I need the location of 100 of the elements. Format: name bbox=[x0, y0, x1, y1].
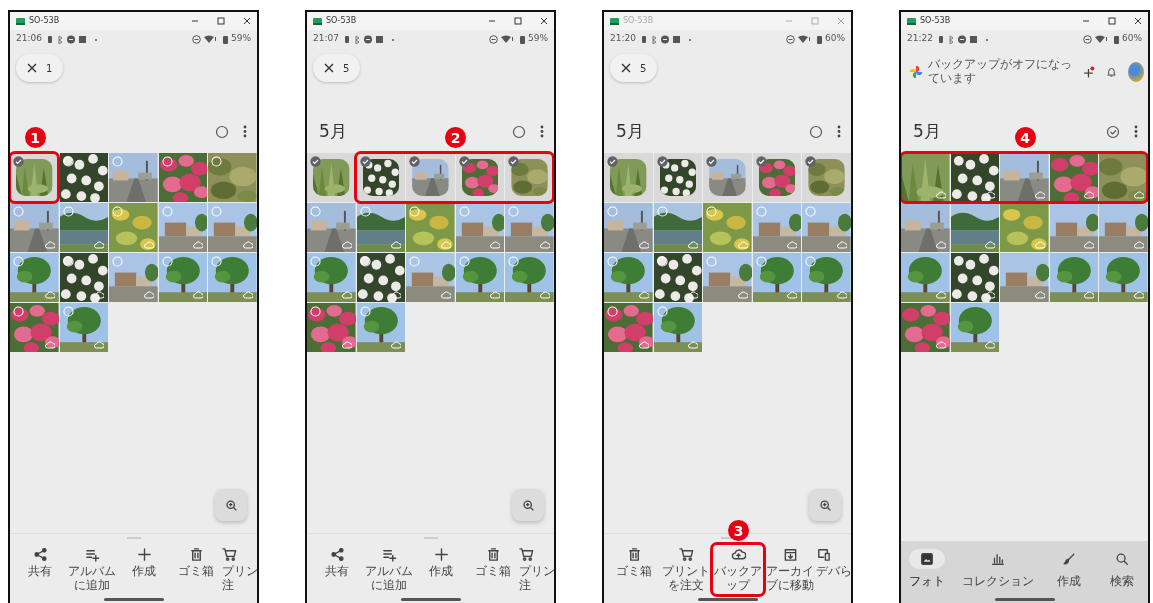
photo-tile[interactable] bbox=[307, 303, 356, 352]
photo-tile[interactable] bbox=[604, 253, 653, 302]
check-circle-icon[interactable] bbox=[706, 156, 718, 167]
photo-tile[interactable] bbox=[356, 303, 406, 352]
check-circle-icon[interactable] bbox=[508, 156, 520, 167]
photo-tile[interactable] bbox=[653, 203, 703, 252]
select-circle-icon[interactable] bbox=[161, 256, 173, 267]
check-circle-icon[interactable] bbox=[607, 156, 618, 167]
photo-tile[interactable] bbox=[653, 253, 703, 302]
select-all-icon[interactable] bbox=[512, 124, 526, 139]
action-button[interactable]: プリントを注文 bbox=[660, 547, 712, 593]
photo-tile[interactable] bbox=[950, 203, 1000, 252]
select-circle-icon[interactable] bbox=[13, 306, 24, 317]
select-circle-icon[interactable] bbox=[62, 206, 74, 217]
photo-tile[interactable] bbox=[802, 153, 851, 202]
photo-tile[interactable] bbox=[703, 253, 752, 302]
photo-tile[interactable] bbox=[10, 253, 59, 302]
photo-tile[interactable] bbox=[455, 203, 505, 252]
nav-tab[interactable]: 検索 bbox=[1103, 549, 1140, 590]
photo-tile[interactable] bbox=[109, 153, 158, 202]
minimize-icon[interactable] bbox=[191, 17, 199, 25]
action-button[interactable]: アルバムに追加 bbox=[66, 547, 118, 593]
photo-tile[interactable] bbox=[59, 203, 109, 252]
select-circle-icon[interactable] bbox=[359, 256, 371, 267]
action-button[interactable]: プリン注 bbox=[519, 547, 554, 593]
select-circle-icon[interactable] bbox=[211, 256, 223, 267]
photo-tile[interactable] bbox=[802, 253, 851, 302]
more-icon[interactable] bbox=[243, 125, 247, 138]
select-circle-icon[interactable] bbox=[607, 306, 618, 317]
photo-tile[interactable] bbox=[1049, 253, 1099, 302]
action-button[interactable]: 共有 bbox=[311, 547, 363, 593]
photo-tile[interactable] bbox=[901, 303, 950, 352]
photo-tile[interactable] bbox=[455, 253, 505, 302]
photo-tile[interactable] bbox=[505, 203, 554, 252]
photo-tile[interactable] bbox=[109, 203, 158, 252]
photo-tile[interactable] bbox=[158, 253, 208, 302]
photo-tile[interactable] bbox=[1000, 253, 1049, 302]
photo-tile[interactable] bbox=[406, 253, 455, 302]
photo-tile[interactable] bbox=[10, 303, 59, 352]
close-icon[interactable] bbox=[243, 17, 251, 25]
photo-tile[interactable] bbox=[59, 253, 109, 302]
photo-tile[interactable] bbox=[604, 153, 653, 202]
photo-tile[interactable] bbox=[1099, 253, 1148, 302]
photo-tile[interactable] bbox=[950, 303, 1000, 352]
photo-tile[interactable] bbox=[307, 253, 356, 302]
select-circle-icon[interactable] bbox=[656, 306, 668, 317]
photo-tile[interactable] bbox=[59, 153, 109, 202]
check-circle-icon[interactable] bbox=[755, 156, 767, 167]
nav-tab[interactable]: コレクション bbox=[962, 549, 1035, 590]
more-icon[interactable] bbox=[837, 125, 841, 138]
select-circle-icon[interactable] bbox=[359, 306, 371, 317]
select-circle-icon[interactable] bbox=[359, 206, 371, 217]
maximize-icon[interactable] bbox=[514, 17, 522, 25]
action-button[interactable]: 作成 bbox=[415, 547, 467, 593]
photo-tile[interactable] bbox=[1000, 203, 1049, 252]
more-icon[interactable] bbox=[540, 125, 544, 138]
photo-tile[interactable] bbox=[752, 153, 802, 202]
photo-tile[interactable] bbox=[1049, 203, 1099, 252]
nav-tab[interactable]: 作成 bbox=[1050, 549, 1087, 590]
photo-tile[interactable] bbox=[802, 203, 851, 252]
select-circle-icon[interactable] bbox=[62, 156, 74, 167]
select-circle-icon[interactable] bbox=[656, 256, 668, 267]
check-circle-icon[interactable] bbox=[458, 156, 470, 167]
action-button[interactable]: ゴミ箱 bbox=[170, 547, 222, 593]
photo-tile[interactable] bbox=[158, 203, 208, 252]
select-circle-icon[interactable] bbox=[310, 256, 321, 267]
photo-tile[interactable] bbox=[950, 253, 1000, 302]
photo-tile[interactable] bbox=[59, 303, 109, 352]
photo-tile[interactable] bbox=[406, 203, 455, 252]
photo-tile[interactable] bbox=[109, 253, 158, 302]
select-circle-icon[interactable] bbox=[755, 256, 767, 267]
action-button[interactable]: アーカイブに移動 bbox=[764, 547, 816, 593]
photo-tile[interactable] bbox=[653, 153, 703, 202]
photo-tile[interactable] bbox=[703, 153, 752, 202]
photo-tile[interactable] bbox=[158, 153, 208, 202]
nav-tab[interactable]: フォト bbox=[909, 549, 946, 590]
photo-tile[interactable] bbox=[356, 203, 406, 252]
select-circle-icon[interactable] bbox=[13, 256, 24, 267]
select-circle-icon[interactable] bbox=[62, 256, 74, 267]
photo-tile[interactable] bbox=[208, 203, 257, 252]
photo-tile[interactable] bbox=[901, 203, 950, 252]
select-circle-icon[interactable] bbox=[656, 206, 668, 217]
photo-tile[interactable] bbox=[406, 153, 455, 202]
sheet-handle[interactable] bbox=[423, 537, 438, 539]
check-circle-icon[interactable] bbox=[359, 156, 371, 167]
minimize-icon[interactable] bbox=[488, 17, 496, 25]
close-selection-button[interactable]: 1 bbox=[16, 54, 64, 82]
photo-tile[interactable] bbox=[1099, 153, 1148, 202]
action-button[interactable]: ゴミ箱 bbox=[467, 547, 519, 593]
photo-tile[interactable] bbox=[653, 303, 703, 352]
photo-tile[interactable] bbox=[455, 153, 505, 202]
select-circle-icon[interactable] bbox=[805, 256, 817, 267]
select-all-icon[interactable] bbox=[809, 124, 823, 139]
zoom-button[interactable] bbox=[215, 489, 247, 521]
close-icon[interactable] bbox=[1134, 17, 1142, 25]
photo-tile[interactable] bbox=[505, 153, 554, 202]
action-button[interactable]: デバら bbox=[816, 547, 851, 593]
check-circle-icon[interactable] bbox=[656, 156, 668, 167]
check-circle-icon[interactable] bbox=[805, 156, 817, 167]
close-selection-button[interactable]: 5 bbox=[313, 54, 361, 82]
